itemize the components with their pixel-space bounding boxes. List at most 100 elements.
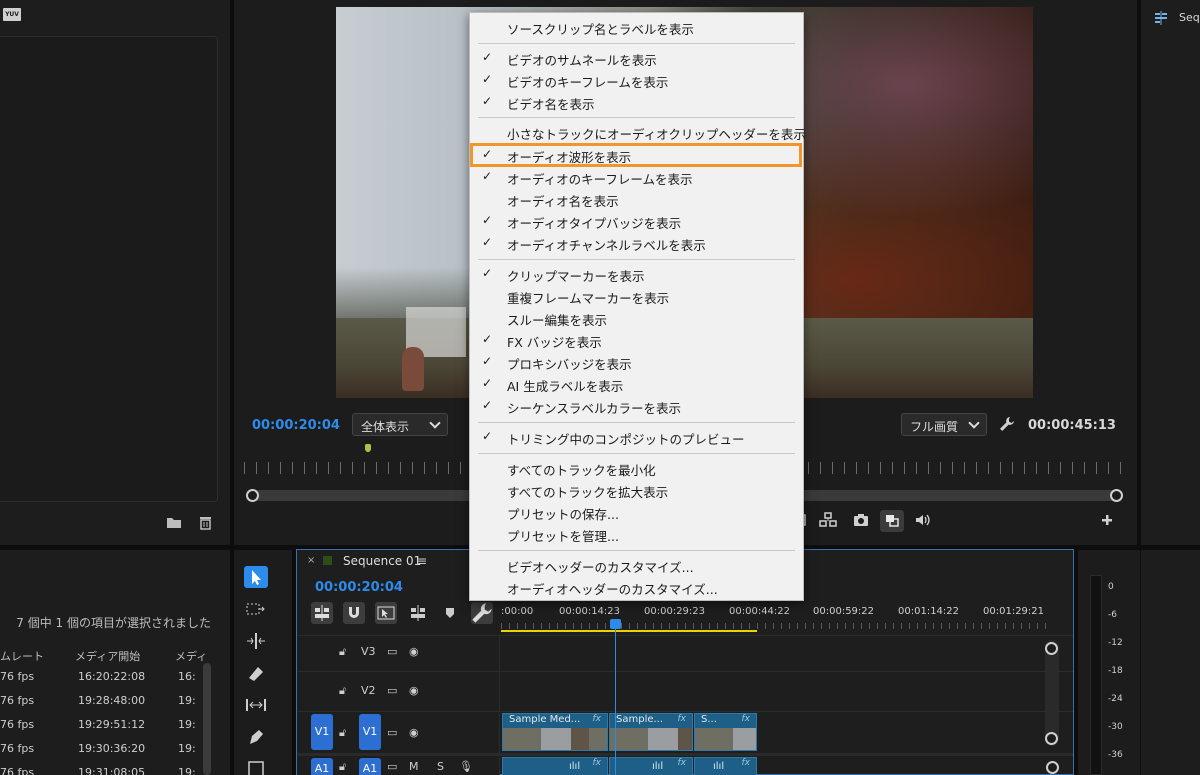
menu-item[interactable]: すべてのトラックを最小化 bbox=[470, 457, 803, 479]
hamburger-menu-icon[interactable]: ≡ bbox=[417, 554, 427, 568]
right-panel-sequence-label[interactable]: Seq bbox=[1179, 11, 1200, 24]
playhead-marker[interactable] bbox=[365, 444, 371, 452]
menu-item[interactable]: すべてのトラックを拡大表示 bbox=[470, 479, 803, 501]
lock-icon[interactable]: 🔓︎ bbox=[339, 726, 346, 740]
menu-item-label: オーディオチャンネルラベルを表示 bbox=[507, 238, 706, 253]
source-patch-v1[interactable]: V1 bbox=[311, 714, 333, 750]
menu-item[interactable]: ✓ オーディオチャンネルラベルを表示 bbox=[470, 232, 803, 254]
selection-tool-button[interactable] bbox=[244, 566, 268, 588]
add-marker-sequence-button[interactable] bbox=[407, 602, 429, 624]
cell-media-start: 19:31:08:05 bbox=[78, 766, 146, 775]
linked-selection-button[interactable] bbox=[375, 602, 397, 624]
speaker-icon[interactable] bbox=[914, 512, 932, 528]
audio-clip[interactable]: ılıl fx bbox=[694, 757, 757, 775]
sync-lock-icon[interactable]: ▭ bbox=[387, 760, 397, 773]
track-name-v3[interactable]: V3 bbox=[361, 645, 376, 658]
work-area-bar[interactable] bbox=[501, 630, 757, 632]
eye-icon[interactable]: ◉ bbox=[409, 726, 419, 739]
project-scrollbar[interactable] bbox=[203, 663, 211, 775]
slip-tool-button[interactable] bbox=[244, 694, 268, 716]
add-button-icon[interactable] bbox=[1098, 512, 1116, 528]
settings-wrench-icon[interactable] bbox=[999, 416, 1015, 432]
column-header-media-start[interactable]: メディア開始 bbox=[75, 648, 140, 664]
table-row[interactable]: 76 fps 19:30:36:20 19: bbox=[0, 738, 200, 762]
table-row[interactable]: 76 fps 19:31:08:05 19: bbox=[0, 762, 200, 775]
audio-scroll-handle[interactable] bbox=[1046, 761, 1059, 774]
menu-item[interactable]: ✓ シーケンスラベルカラーを表示 bbox=[470, 395, 803, 417]
table-row[interactable]: 76 fps 16:20:22:08 16: bbox=[0, 666, 200, 690]
playhead-timecode[interactable]: 00:00:20:04 bbox=[252, 418, 340, 433]
sync-lock-icon[interactable]: ▭ bbox=[387, 645, 397, 658]
scroll-handle-top[interactable] bbox=[1045, 642, 1058, 655]
sync-lock-icon[interactable]: ▭ bbox=[387, 726, 397, 739]
trash-icon[interactable] bbox=[199, 515, 212, 530]
audio-clip[interactable]: ılıl fx bbox=[502, 757, 608, 775]
microphone-icon[interactable]: 🎙︎ bbox=[459, 760, 473, 773]
table-row[interactable]: 76 fps 19:29:51:12 19: bbox=[0, 714, 200, 738]
timeline-time-ruler[interactable]: :00:00 00:00:14:23 00:00:29:23 00:00:44:… bbox=[501, 606, 1061, 620]
column-header-media[interactable]: メディ bbox=[175, 648, 207, 664]
pen-tool-button[interactable] bbox=[244, 726, 268, 748]
razor-tool-button[interactable] bbox=[244, 662, 268, 684]
menu-item[interactable]: スルー編集を表示 bbox=[470, 307, 803, 329]
close-tab-icon[interactable]: × bbox=[307, 555, 315, 566]
menu-item[interactable]: オーディオ名を表示 bbox=[470, 188, 803, 210]
track-target-v1[interactable]: V1 bbox=[359, 714, 381, 750]
timeline-playhead-handle[interactable] bbox=[610, 619, 621, 629]
eye-icon[interactable]: ◉ bbox=[409, 684, 419, 697]
menu-item[interactable]: 小さなトラックにオーディオクリップヘッダーを表示 bbox=[470, 121, 806, 143]
video-clip[interactable]: Sample... fx bbox=[609, 713, 693, 751]
add-marker-button[interactable] bbox=[439, 602, 461, 624]
playback-resolution-select[interactable]: フル画質 bbox=[901, 413, 987, 436]
new-bin-folder-icon[interactable] bbox=[166, 516, 182, 529]
menu-item[interactable]: ビデオヘッダーのカスタマイズ... bbox=[470, 554, 803, 576]
video-clip[interactable]: S... fx bbox=[694, 713, 757, 751]
camera-icon[interactable] bbox=[852, 512, 870, 528]
menu-item[interactable]: ✓ ビデオのキーフレームを表示 bbox=[470, 69, 803, 91]
table-row[interactable]: 76 fps 19:28:48:00 19: bbox=[0, 690, 200, 714]
lock-icon[interactable]: 🔓︎ bbox=[339, 645, 346, 659]
rectangle-tool-button[interactable] bbox=[244, 758, 268, 775]
scroll-handle-bottom[interactable] bbox=[1045, 732, 1058, 745]
timeline-vertical-scrollbar[interactable] bbox=[1045, 640, 1059, 746]
track-target-a1[interactable]: A1 bbox=[359, 758, 381, 775]
zoom-handle-left[interactable] bbox=[246, 489, 259, 502]
ripple-edit-tool-button[interactable] bbox=[244, 630, 268, 652]
menu-item[interactable]: ✓ トリミング中のコンポジットのプレビュー bbox=[470, 426, 803, 448]
zoom-level-select[interactable]: 全体表示 bbox=[352, 413, 448, 436]
menu-item[interactable]: オーディオヘッダーのカスタマイズ... bbox=[470, 576, 803, 598]
menu-item[interactable]: 重複フレームマーカーを表示 bbox=[470, 285, 803, 307]
source-patch-a1[interactable]: A1 bbox=[311, 758, 333, 775]
menu-item[interactable]: ✓ ビデオ名を表示 bbox=[470, 91, 803, 113]
comparison-view-button[interactable] bbox=[880, 510, 904, 532]
lock-icon[interactable]: 🔓︎ bbox=[339, 684, 346, 698]
nest-toggle-button[interactable] bbox=[311, 602, 333, 624]
video-clip[interactable]: Sample Med... fx bbox=[502, 713, 608, 751]
lock-icon[interactable]: 🔓︎ bbox=[339, 760, 346, 774]
menu-item[interactable]: ✓ FX バッジを表示 bbox=[470, 329, 803, 351]
eye-icon[interactable]: ◉ bbox=[409, 645, 419, 658]
sequence-tab-title[interactable]: Sequence 01 bbox=[343, 554, 421, 568]
menu-item[interactable]: ✓ クリップマーカーを表示 bbox=[470, 263, 803, 285]
zoom-handle-right[interactable] bbox=[1110, 489, 1123, 502]
track-name-v2[interactable]: V2 bbox=[361, 684, 376, 697]
menu-item[interactable]: ✓ オーディオのキーフレームを表示 bbox=[470, 166, 803, 188]
timeline-settings-button[interactable] bbox=[471, 602, 493, 624]
track-select-tool-button[interactable] bbox=[244, 598, 268, 620]
menu-item[interactable]: ✓ AI 生成ラベルを表示 bbox=[470, 373, 803, 395]
audio-clip[interactable]: ılıl fx bbox=[609, 757, 693, 775]
column-header-framerate[interactable]: ムレート bbox=[0, 648, 44, 664]
sync-lock-icon[interactable]: ▭ bbox=[387, 684, 397, 697]
solo-icon[interactable]: S bbox=[437, 760, 444, 773]
menu-item[interactable]: ✓ プロキシバッジを表示 bbox=[470, 351, 803, 373]
timeline-timecode[interactable]: 00:00:20:04 bbox=[315, 580, 403, 595]
mute-icon[interactable]: M bbox=[409, 760, 419, 773]
export-frame-icon[interactable] bbox=[819, 512, 837, 528]
project-bin-area[interactable] bbox=[0, 36, 218, 502]
menu-item[interactable]: プリセットを管理... bbox=[470, 523, 803, 545]
menu-item[interactable]: ソースクリップ名とラベルを表示 bbox=[470, 16, 803, 38]
menu-item[interactable]: プリセットの保存... bbox=[470, 501, 803, 523]
menu-item[interactable]: ✓ オーディオタイプバッジを表示 bbox=[470, 210, 803, 232]
menu-item[interactable]: ✓ ビデオのサムネールを表示 bbox=[470, 47, 803, 69]
snap-button[interactable] bbox=[343, 602, 365, 624]
